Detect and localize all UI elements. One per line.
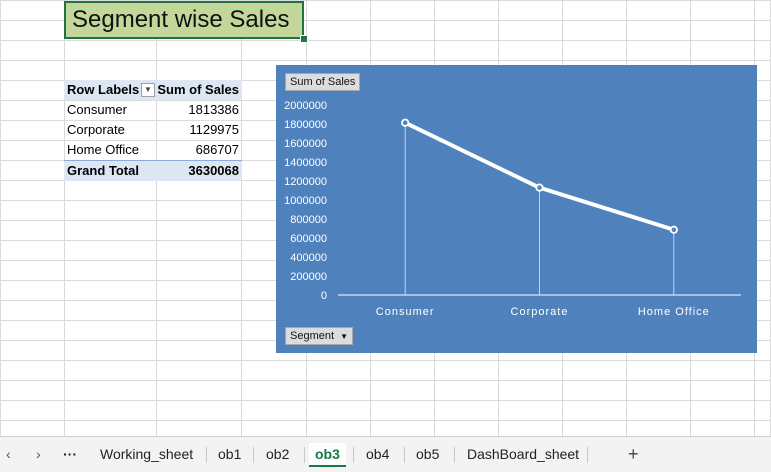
dropdown-arrow-icon: ▼	[340, 332, 349, 341]
tab-ob2[interactable]: ob2	[266, 443, 289, 465]
tab-divider	[206, 447, 207, 463]
column-divider	[156, 0, 157, 436]
sheet-title-cell[interactable]: Segment wise Sales	[64, 1, 304, 39]
pivot-row[interactable]: Corporate 1129975	[64, 120, 242, 140]
field-button-label: Sum of Sales	[290, 76, 356, 88]
y-tick-label: 2000000	[284, 100, 327, 112]
tab-ob5[interactable]: ob5	[416, 443, 439, 465]
pivot-row[interactable]: Consumer 1813386	[64, 100, 242, 120]
tab-divider	[587, 447, 588, 463]
column-divider	[241, 0, 242, 436]
tab-divider	[404, 447, 405, 463]
pivot-row-label: Home Office	[67, 142, 140, 157]
data-point	[669, 225, 678, 234]
more-tabs-icon[interactable]: ···	[63, 443, 77, 465]
sheet-title: Segment wise Sales	[72, 6, 290, 33]
grand-total-value: 3630068	[188, 163, 239, 178]
tab-divider	[253, 447, 254, 463]
x-category-label: Consumer	[376, 306, 435, 318]
segment-field-button[interactable]: Segment ▼	[285, 327, 354, 345]
tab-ob4[interactable]: ob4	[366, 443, 389, 465]
pivot-chart[interactable]: 2000000 1800000 1600000 1400000 1200000 10000…	[276, 65, 757, 353]
scroll-tabs-right-icon[interactable]: ›	[36, 443, 41, 465]
y-tick-label: 1000000	[284, 195, 327, 207]
tab-working-sheet[interactable]: Working_sheet	[100, 443, 193, 465]
x-category-label: Corporate	[511, 306, 569, 318]
tab-divider	[454, 447, 455, 463]
y-tick-label: 1800000	[284, 119, 327, 131]
y-tick-label: 0	[321, 290, 327, 302]
tab-ob3[interactable]: ob3	[309, 443, 346, 467]
x-category-label: Home Office	[638, 306, 710, 318]
data-point	[401, 118, 410, 127]
pivot-row-value: 1129975	[189, 122, 239, 137]
pivot-row[interactable]: Home Office 686707	[64, 140, 242, 160]
sum-of-sales-field-button[interactable]: Sum of Sales	[285, 73, 361, 91]
tab-ob1[interactable]: ob1	[218, 443, 241, 465]
pivot-row-value: 1813386	[188, 102, 239, 117]
pivot-table[interactable]: Row Labels ▼ Sum of Sales Consumer 18133…	[64, 80, 242, 181]
pivot-header-row: Row Labels ▼ Sum of Sales	[64, 80, 242, 100]
y-tick-label: 200000	[290, 271, 327, 283]
y-tick-label: 600000	[290, 233, 327, 245]
column-divider	[64, 0, 65, 436]
data-point	[535, 183, 544, 192]
row-labels-header: Row Labels	[67, 82, 140, 97]
filter-dropdown-button[interactable]: ▼	[141, 83, 155, 97]
pivot-row-value: 686707	[195, 142, 239, 157]
chart-plot: 2000000180000016000001400000120000010000…	[284, 100, 741, 318]
scroll-tabs-left-icon[interactable]: ‹	[6, 443, 11, 465]
grand-total-label: Grand Total	[67, 163, 139, 178]
tab-divider	[353, 447, 354, 463]
sum-of-sales-header: Sum of Sales	[157, 82, 239, 97]
pivot-row-label: Consumer	[67, 102, 127, 117]
y-tick-label: 1200000	[284, 176, 327, 188]
pivot-total-row[interactable]: Grand Total 3630068	[64, 160, 242, 181]
fill-handle[interactable]	[300, 35, 308, 43]
tab-divider	[304, 447, 305, 463]
tab-dashboard-sheet[interactable]: DashBoard_sheet	[467, 443, 579, 465]
pivot-row-label: Corporate	[67, 122, 125, 137]
sheet-tab-bar: ‹ › ··· Working_sheet ob1 ob2 ob3 ob4 ob…	[0, 436, 771, 472]
field-button-label: Segment	[290, 330, 335, 342]
y-tick-label: 1600000	[284, 138, 327, 150]
y-tick-label: 800000	[290, 214, 327, 226]
add-sheet-button[interactable]: +	[628, 443, 639, 465]
y-tick-label: 400000	[290, 252, 327, 264]
y-tick-label: 1400000	[284, 157, 327, 169]
